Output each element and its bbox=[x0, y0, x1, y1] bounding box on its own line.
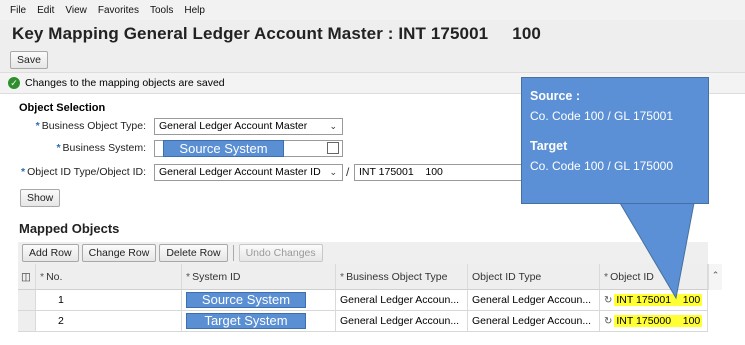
target-system-label: Target System bbox=[186, 313, 306, 329]
table-row-2-no: 2 bbox=[36, 311, 182, 332]
status-message: Changes to the mapping objects are saved bbox=[25, 77, 225, 89]
object-id-input[interactable]: INT 175001 100 bbox=[354, 164, 524, 181]
row-selector[interactable] bbox=[18, 290, 36, 311]
object-id-type-select[interactable]: General Ledger Account Master ID ⌄ bbox=[154, 164, 343, 181]
annotation-callout: Source : Co. Code 100 / GL 175001 Target… bbox=[521, 77, 709, 204]
toolbar-separator bbox=[232, 245, 234, 261]
title-bar: Key Mapping General Ledger Account Maste… bbox=[0, 20, 745, 48]
object-selection-title: Object Selection bbox=[19, 102, 106, 114]
table-row-1-system-id[interactable]: Source System bbox=[182, 290, 336, 311]
show-button[interactable]: Show bbox=[20, 189, 61, 207]
table-row-2-system-id[interactable]: Target System bbox=[182, 311, 336, 332]
business-system-label: * Business System: bbox=[56, 142, 146, 154]
dropdown-caret-icon: ⌄ bbox=[329, 121, 337, 131]
menu-file[interactable]: File bbox=[10, 5, 26, 16]
callout-target-heading: Target bbox=[530, 139, 568, 153]
add-row-button[interactable]: Add Row bbox=[22, 244, 79, 262]
object-id-highlight: INT 175001 100 bbox=[614, 294, 703, 306]
table-row-2-id-type: General Ledger Accoun... bbox=[468, 311, 600, 332]
value-help-icon[interactable] bbox=[327, 142, 339, 154]
callout-source-heading: Source : bbox=[530, 89, 581, 103]
success-check-icon: ✓ bbox=[8, 77, 20, 89]
callout-target-text: Co. Code 100 / GL 175000 bbox=[530, 159, 673, 173]
delete-row-button[interactable]: Delete Row bbox=[159, 244, 228, 262]
menu-tools[interactable]: Tools bbox=[150, 5, 173, 16]
page-title: Key Mapping General Ledger Account Maste… bbox=[12, 24, 541, 43]
menu-edit[interactable]: Edit bbox=[37, 5, 54, 16]
connection-icon: ↻ bbox=[604, 316, 613, 327]
object-id-type-label: * Object ID Type/Object ID: bbox=[21, 166, 146, 178]
menu-bar: File Edit View Favorites Tools Help bbox=[0, 0, 745, 20]
connection-icon: ↻ bbox=[604, 295, 613, 306]
column-header-system-id[interactable]: * System ID bbox=[182, 264, 336, 290]
app-toolbar: Save bbox=[0, 48, 745, 72]
table-row-2-bo-type: General Ledger Accoun... bbox=[336, 311, 468, 332]
mapped-objects-title: Mapped Objects bbox=[19, 221, 120, 236]
table-row-1-object-id[interactable]: ↻ INT 175001 100 bbox=[600, 290, 708, 311]
callout-source-text: Co. Code 100 / GL 175001 bbox=[530, 109, 673, 123]
table-row-2-object-id[interactable]: ↻ INT 175000 100 bbox=[600, 311, 708, 332]
change-row-button[interactable]: Change Row bbox=[81, 244, 157, 262]
separator-slash: / bbox=[346, 165, 350, 179]
column-header-business-object-type[interactable]: * Business Object Type bbox=[336, 264, 468, 290]
menu-favorites[interactable]: Favorites bbox=[98, 5, 139, 16]
table-row-1-bo-type: General Ledger Accoun... bbox=[336, 290, 468, 311]
scroll-up-icon[interactable]: ⌃ bbox=[708, 264, 722, 290]
dropdown-caret-icon: ⌄ bbox=[329, 167, 337, 177]
column-header-object-id-type[interactable]: Object ID Type bbox=[468, 264, 600, 290]
table-settings-icon[interactable]: ◫ bbox=[18, 264, 36, 290]
object-id-highlight: INT 175000 100 bbox=[614, 315, 703, 327]
save-button[interactable]: Save bbox=[10, 51, 48, 69]
row-selector[interactable] bbox=[18, 311, 36, 332]
business-object-type-select[interactable]: General Ledger Account Master ⌄ bbox=[154, 118, 343, 135]
table-row-1-no: 1 bbox=[36, 290, 182, 311]
undo-changes-button[interactable]: Undo Changes bbox=[238, 244, 323, 262]
source-system-label: Source System bbox=[186, 292, 306, 308]
business-system-value-label: Source System bbox=[163, 140, 284, 157]
menu-help[interactable]: Help bbox=[184, 5, 205, 16]
table-row-1-id-type: General Ledger Accoun... bbox=[468, 290, 600, 311]
column-header-object-id[interactable]: * Object ID bbox=[600, 264, 708, 290]
column-header-no[interactable]: * No. bbox=[36, 264, 182, 290]
business-object-type-label: * Business Object Type: bbox=[35, 120, 146, 132]
table-toolbar: Add Row Change Row Delete Row Undo Chang… bbox=[18, 242, 708, 264]
menu-view[interactable]: View bbox=[65, 5, 87, 16]
